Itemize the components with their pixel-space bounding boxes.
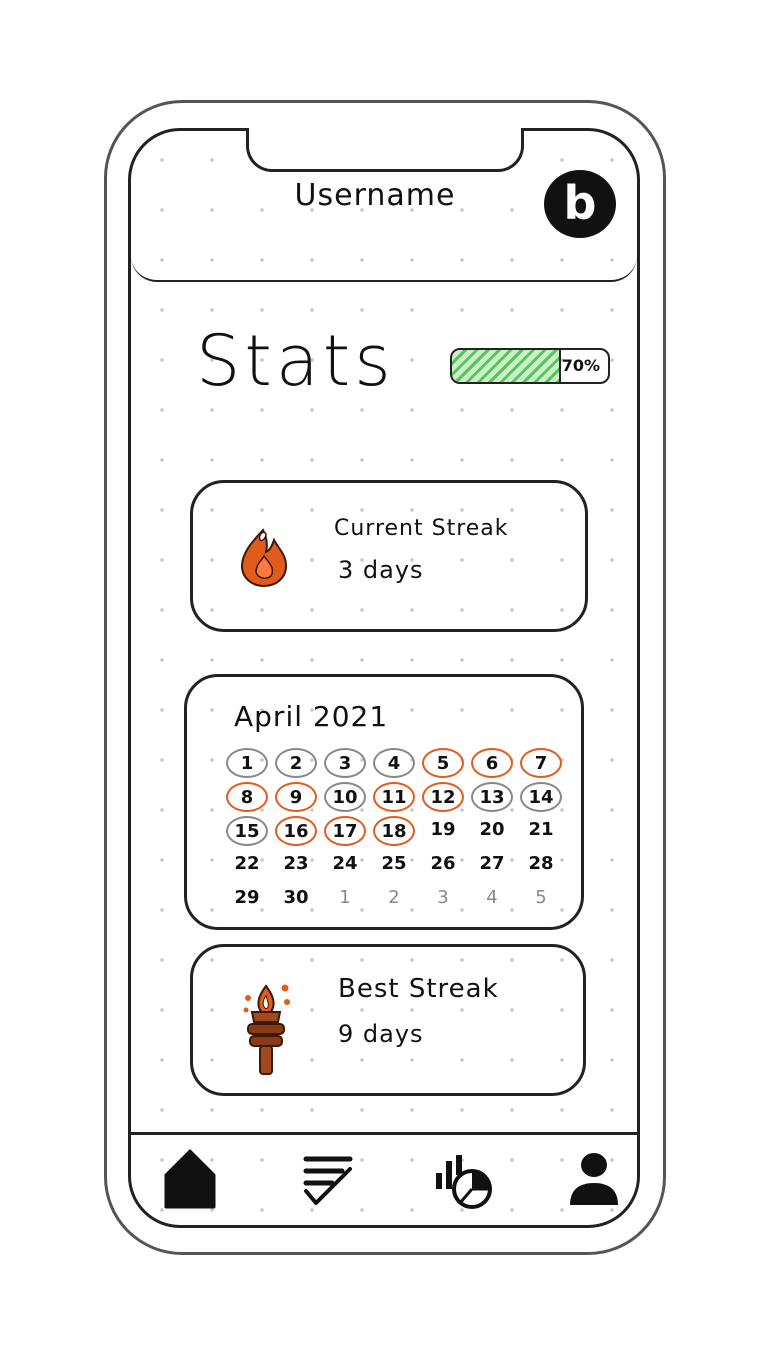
calendar-day[interactable]: 11 — [373, 782, 415, 812]
tab-bar — [131, 1132, 637, 1135]
calendar-day[interactable]: 13 — [471, 782, 513, 812]
stats-icon — [436, 1155, 492, 1209]
calendar-day[interactable]: 2 — [373, 884, 415, 914]
phone-notch — [246, 128, 524, 172]
calendar-day[interactable]: 12 — [422, 782, 464, 812]
calendar-day[interactable]: 9 — [275, 782, 317, 812]
calendar-day[interactable]: 29 — [226, 884, 268, 914]
progress-label: 70% — [561, 356, 600, 375]
flame-icon — [240, 528, 288, 588]
calendar-day[interactable]: 8 — [226, 782, 268, 812]
best-streak-value: 9 days — [338, 1020, 424, 1048]
calendar-day[interactable]: 17 — [324, 816, 366, 846]
page-title: Stats — [196, 320, 395, 402]
calendar-day[interactable]: 21 — [520, 816, 562, 846]
calendar-day[interactable]: 3 — [422, 884, 464, 914]
calendar-day[interactable]: 6 — [471, 748, 513, 778]
tab-tasks[interactable] — [298, 1145, 358, 1215]
avatar-letter: b — [563, 176, 597, 230]
calendar-day[interactable]: 27 — [471, 850, 513, 880]
torch-icon — [243, 984, 290, 1075]
progress-fill — [452, 350, 562, 382]
calendar-day[interactable]: 4 — [471, 884, 513, 914]
calendar-day[interactable]: 15 — [226, 816, 268, 846]
tab-profile[interactable] — [564, 1145, 624, 1215]
home-icon — [164, 1149, 216, 1209]
calendar-day[interactable]: 26 — [422, 850, 464, 880]
calendar-day[interactable]: 28 — [520, 850, 562, 880]
calendar-day[interactable]: 3 — [324, 748, 366, 778]
user-avatar[interactable]: b — [544, 170, 616, 238]
tab-home[interactable] — [160, 1145, 220, 1215]
current-streak-value: 3 days — [338, 556, 424, 584]
header-bar — [131, 248, 637, 282]
calendar-day[interactable]: 25 — [373, 850, 415, 880]
calendar-day[interactable]: 30 — [275, 884, 317, 914]
calendar-day[interactable]: 2 — [275, 748, 317, 778]
profile-icon — [570, 1153, 618, 1205]
current-streak-title: Current Streak — [334, 516, 509, 541]
calendar-day[interactable]: 16 — [275, 816, 317, 846]
calendar-day[interactable]: 20 — [471, 816, 513, 846]
calendar-month-title: April 2021 — [234, 700, 389, 733]
calendar-grid: 1 2 3 4 5 6 7 8 9 10 11 12 13 14 15 16 17 18 19 20 21 22 23 24 2… — [226, 748, 566, 918]
best-streak-title: Best Streak — [338, 974, 499, 1004]
tab-stats[interactable] — [432, 1145, 492, 1215]
calendar-day[interactable]: 7 — [520, 748, 562, 778]
calendar-day[interactable]: 1 — [226, 748, 268, 778]
calendar-day[interactable]: 24 — [324, 850, 366, 880]
calendar-day[interactable]: 23 — [275, 850, 317, 880]
tasks-icon — [303, 1156, 353, 1205]
calendar-day[interactable]: 10 — [324, 782, 366, 812]
username-label: Username — [294, 178, 456, 213]
calendar-day[interactable]: 18 — [373, 816, 415, 846]
calendar-day[interactable]: 4 — [373, 748, 415, 778]
calendar-day[interactable]: 5 — [422, 748, 464, 778]
calendar-day[interactable]: 19 — [422, 816, 464, 846]
stats-progress-bar: 70% — [450, 348, 610, 384]
calendar-day[interactable]: 5 — [520, 884, 562, 914]
calendar-day[interactable]: 1 — [324, 884, 366, 914]
calendar-day[interactable]: 22 — [226, 850, 268, 880]
calendar-day[interactable]: 14 — [520, 782, 562, 812]
